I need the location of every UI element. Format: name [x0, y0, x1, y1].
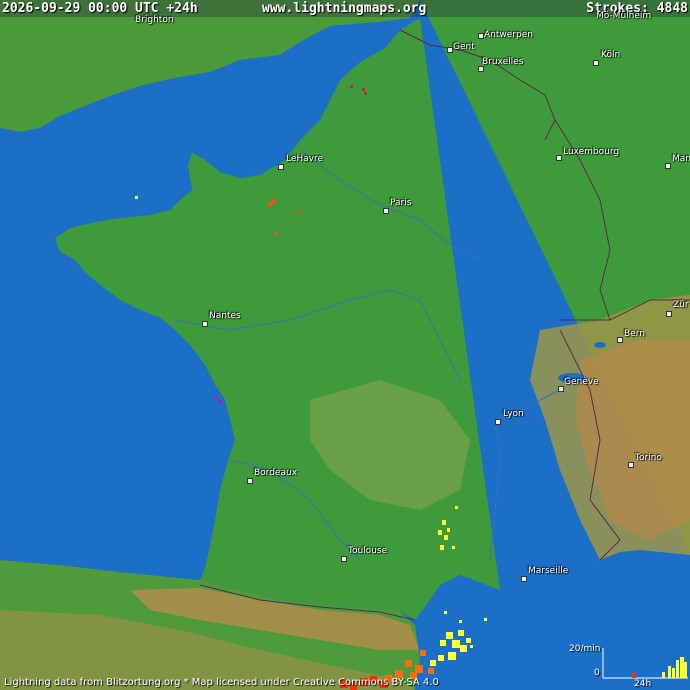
chart-bar [662, 672, 665, 678]
city-label-bordeaux: Bordeaux [254, 468, 298, 478]
city-label-geneve: Genève [564, 377, 599, 387]
city-label-gent: Gent [453, 42, 475, 52]
city-marker [341, 556, 347, 562]
city-marker [495, 419, 501, 425]
city-marker [628, 462, 634, 468]
lake-neuchatel [594, 342, 606, 348]
city-label-toulouse: Toulouse [348, 546, 388, 556]
city-label-zurich: Zür [673, 300, 689, 310]
chart-zero-label: 0 [594, 668, 600, 678]
chart-y-label: 20/min [569, 644, 601, 654]
city-label-lehavre: LeHavre [286, 154, 324, 164]
strike-isolated [135, 196, 138, 199]
city-label-antwerpen: Antwerpen [484, 30, 533, 40]
chart-bar [668, 666, 671, 678]
chart-bar [680, 657, 684, 678]
city-label-koln: Köln [601, 50, 621, 60]
city-marker [247, 478, 253, 484]
city-label-marseille: Marseille [528, 566, 569, 576]
city-label-bern: Bern [624, 329, 645, 339]
chart-bar [684, 662, 687, 678]
site-link[interactable]: www.lightningmaps.org [262, 0, 426, 17]
lightning-map[interactable]: 2026-09-29 00:00 UTC +24h www.lightningm… [0, 0, 690, 690]
city-label-moenchen: Mö-Mülheim [596, 11, 652, 21]
map-canvas [0, 0, 690, 690]
city-label-torino: Torino [635, 453, 662, 463]
city-label-lyon: Lyon [503, 409, 524, 419]
city-marker [278, 164, 284, 170]
city-marker [665, 163, 671, 169]
city-marker [617, 337, 623, 343]
chart-bar [676, 660, 679, 678]
city-marker [593, 60, 599, 66]
attribution-text: Lightning data from Blitzortung.org * Ma… [4, 677, 439, 688]
city-label-brighton: Brighton [135, 15, 174, 25]
chart-bar [632, 673, 636, 678]
city-label-mannheim: Mann [672, 154, 690, 164]
chart-bar [672, 668, 675, 678]
city-marker [383, 208, 389, 214]
chart-x-label: 24h [634, 679, 652, 689]
city-label-paris: Paris [390, 198, 412, 208]
city-marker [521, 576, 527, 582]
city-marker [202, 321, 208, 327]
city-label-luxembourg: Luxembourg [563, 147, 620, 157]
city-label-nantes: Nantes [209, 311, 241, 321]
city-label-bruxelles: Bruxelles [482, 57, 524, 67]
city-marker [666, 311, 672, 317]
city-marker [556, 155, 562, 161]
